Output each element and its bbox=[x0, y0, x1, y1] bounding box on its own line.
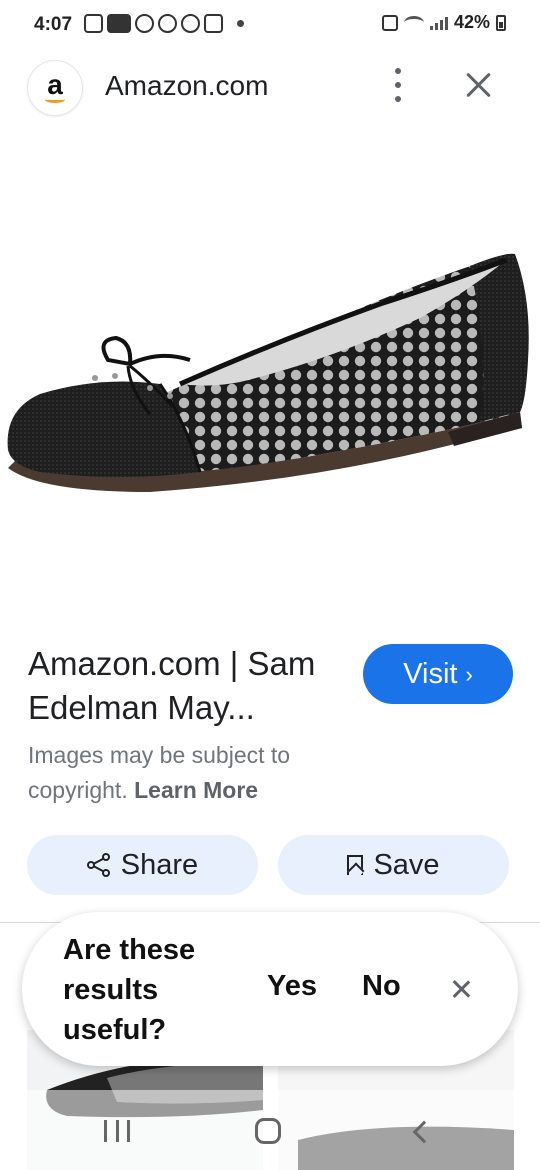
share-icon bbox=[86, 853, 111, 877]
notification-icons bbox=[84, 14, 244, 33]
system-icons: 42% bbox=[381, 12, 506, 33]
wifi-icon bbox=[403, 15, 424, 30]
status-time: 4:07 bbox=[34, 14, 73, 35]
feedback-no-button[interactable]: No bbox=[362, 970, 401, 1003]
status-bar: 4:07 42% bbox=[0, 0, 540, 50]
viewer-header: a Amazon.com bbox=[0, 52, 540, 118]
feedback-yes-button[interactable]: Yes bbox=[267, 970, 317, 1003]
tag-icon bbox=[158, 14, 177, 33]
instagram-icon bbox=[204, 14, 223, 33]
amazon-logo-icon[interactable]: a bbox=[27, 60, 83, 116]
chevron-right-icon: › bbox=[465, 662, 473, 687]
gallery-icon bbox=[84, 14, 103, 33]
battery-icon bbox=[496, 14, 506, 31]
home-icon[interactable] bbox=[255, 1118, 281, 1144]
back-icon[interactable] bbox=[412, 1120, 436, 1144]
feedback-card: Are these results useful? Yes No bbox=[22, 912, 518, 1066]
save-button[interactable]: Save bbox=[278, 835, 509, 895]
bookmark-icon bbox=[347, 855, 364, 875]
visit-label: Visit bbox=[403, 657, 458, 690]
nfc-icon bbox=[381, 14, 398, 31]
result-title[interactable]: Amazon.com | Sam Edelman May... bbox=[28, 642, 358, 730]
amazon-smile-icon bbox=[45, 96, 65, 103]
feedback-question: Are these results useful? bbox=[63, 934, 196, 1046]
signal-icon bbox=[429, 16, 448, 30]
share-button[interactable]: Share bbox=[27, 835, 258, 895]
battery-percent: 42% bbox=[453, 12, 490, 32]
ebay-icon bbox=[107, 14, 131, 33]
more-options-icon[interactable] bbox=[388, 68, 408, 102]
dot-icon bbox=[237, 20, 244, 27]
logo-letter: a bbox=[47, 69, 63, 100]
close-icon[interactable] bbox=[463, 69, 495, 101]
learn-more-link[interactable]: Learn More bbox=[134, 777, 258, 803]
share-label: Share bbox=[120, 848, 199, 881]
tag-icon bbox=[181, 14, 200, 33]
site-title[interactable]: Amazon.com bbox=[105, 70, 268, 102]
dismiss-icon[interactable] bbox=[450, 978, 472, 1000]
visit-button[interactable]: Visit › bbox=[363, 644, 513, 704]
tag-icon bbox=[135, 14, 154, 33]
system-nav-bar bbox=[0, 1090, 540, 1170]
copyright-notice: Images may be subject to copyright. Lear… bbox=[28, 738, 358, 808]
product-image[interactable] bbox=[0, 200, 540, 520]
save-label: Save bbox=[373, 848, 440, 881]
recents-icon[interactable] bbox=[104, 1120, 130, 1142]
